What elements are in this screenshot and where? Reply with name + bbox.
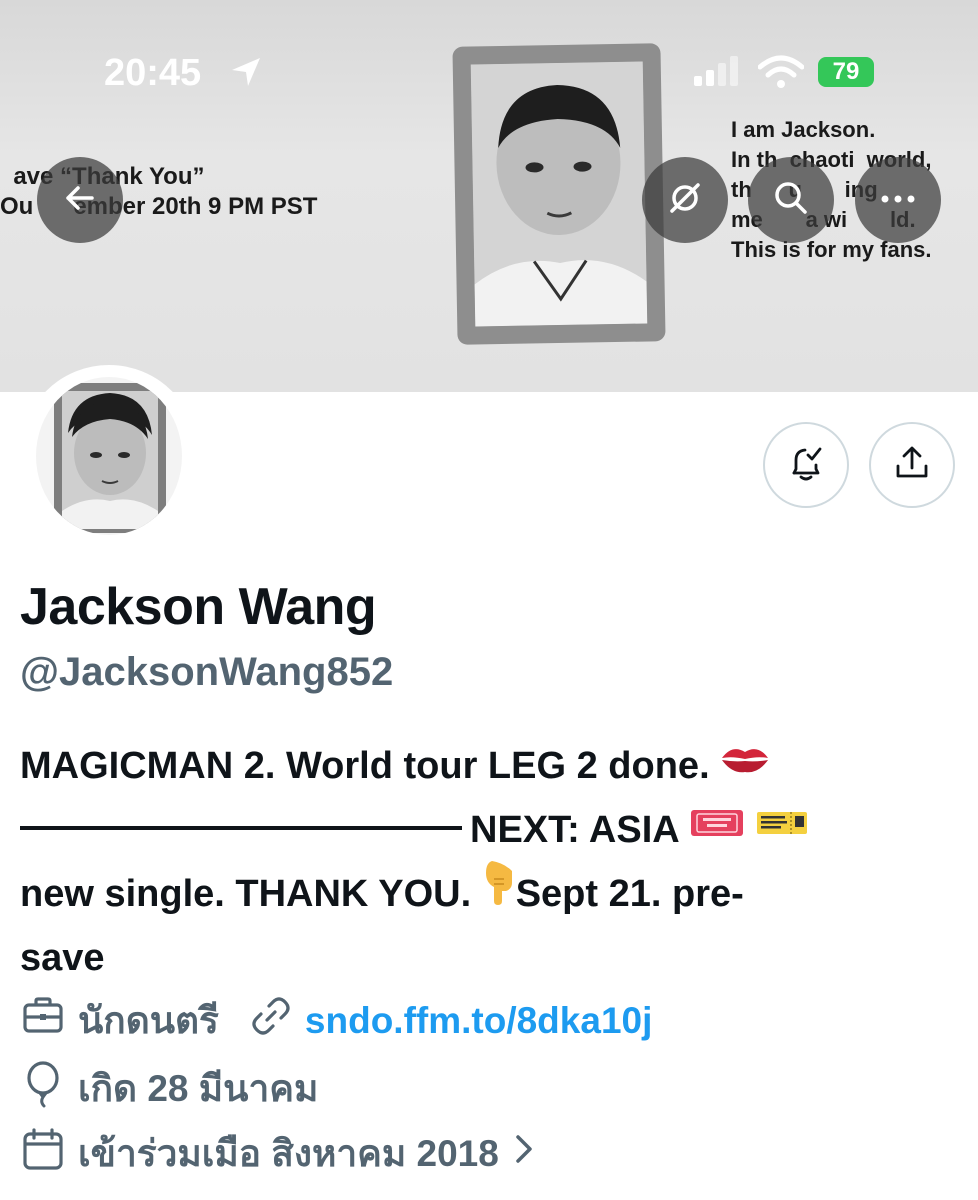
profile-name: Jackson Wang (20, 578, 377, 636)
birthday-text: เกิด 28 มีนาคม (78, 1068, 319, 1109)
bio-line-1: MAGICMAN 2. World tour LEG 2 done. (20, 745, 710, 787)
share-icon (893, 444, 931, 487)
bio-line-4: save (20, 937, 105, 979)
link-icon (249, 994, 305, 1047)
meta-row-joined[interactable]: เข้าร่วมเมือ สิงหาคม 2018 (20, 1124, 547, 1183)
profile-handle: @JacksonWang852 (20, 650, 394, 694)
notification-bell-icon (786, 443, 826, 488)
notifications-button[interactable] (763, 422, 849, 508)
battery-indicator: 79 (818, 57, 874, 87)
search-icon (771, 178, 811, 223)
profession-text: นักดนตรี (78, 1000, 219, 1041)
concert-ticket-icon (755, 796, 809, 860)
bio-divider (20, 825, 462, 830)
search-button[interactable] (748, 157, 834, 243)
joined-text: เข้าร่วมเมือ สิงหาคม 2018 (78, 1133, 499, 1174)
balloon-icon (20, 1060, 78, 1117)
status-time: 20:45 (104, 52, 202, 94)
bio-line-2: NEXT: ASIA (470, 809, 679, 851)
website-link[interactable]: sndo.ffm.to/8dka10j (305, 1000, 652, 1042)
admission-ticket-icon (689, 796, 745, 860)
bio-line-3b: Sept 21. pre- (515, 873, 744, 915)
meta-row-profession-link: นักดนตรี sndo.ffm.to/8dka10j (20, 991, 652, 1050)
arrow-left-icon (62, 180, 98, 221)
briefcase-icon (20, 993, 78, 1048)
more-button[interactable] (855, 157, 941, 243)
calendar-icon (20, 1126, 78, 1181)
cell-signal-icon (694, 56, 742, 91)
profile-bio: MAGICMAN 2. World tour LEG 2 done. NEXT:… (20, 734, 960, 990)
slash-circle-icon (666, 179, 704, 222)
share-button[interactable] (869, 422, 955, 508)
back-button[interactable] (37, 157, 123, 243)
avatar[interactable] (20, 365, 198, 543)
wifi-icon (757, 55, 805, 94)
translate-button[interactable] (642, 157, 728, 243)
more-icon (880, 191, 916, 209)
meta-row-birthday: เกิด 28 มีนาคม (20, 1059, 318, 1118)
pointing-down-hand-icon (482, 859, 516, 925)
kiss-mark-icon (720, 732, 770, 796)
location-arrow-icon (228, 54, 264, 95)
chevron-right-icon (513, 1132, 547, 1175)
bio-line-3: new single. THANK YOU. (20, 873, 472, 915)
status-bar: 20:45 79 (0, 0, 978, 110)
